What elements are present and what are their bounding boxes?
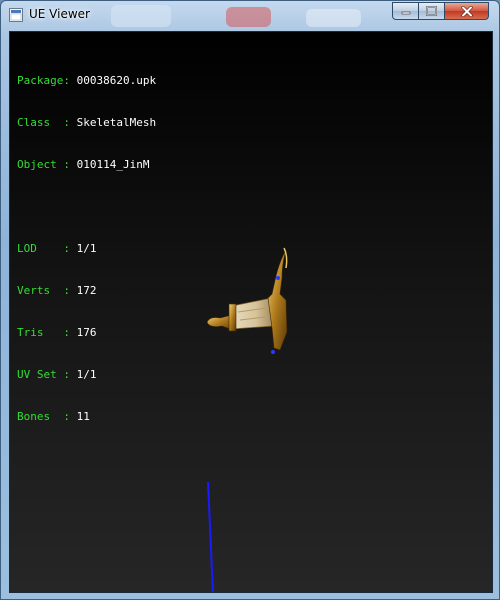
3d-viewport[interactable]: Package: 00038620.upk Class : SkeletalMe…: [9, 31, 493, 593]
maximize-button[interactable]: [418, 2, 445, 20]
mesh-render: [206, 247, 288, 592]
minimize-icon: [401, 11, 410, 15]
glass-backdrop: [306, 9, 361, 27]
glass-backdrop: [111, 5, 171, 27]
app-window: UE Viewer Package: 00038620.upk Class : …: [0, 0, 500, 600]
window-title: UE Viewer: [29, 7, 90, 21]
maximize-icon: [426, 6, 437, 16]
minimize-button[interactable]: [392, 2, 419, 20]
app-icon: [9, 8, 23, 22]
scroll-end-left: [228, 303, 237, 332]
title-bar[interactable]: UE Viewer: [1, 1, 499, 29]
close-icon: [460, 5, 473, 17]
glass-backdrop: [226, 7, 271, 27]
scroll-handle-right: [267, 249, 288, 351]
axis-line: [207, 481, 214, 592]
handle-tip: [283, 247, 288, 269]
blue-gem: [271, 350, 275, 354]
close-button[interactable]: [444, 2, 489, 20]
scroll-paper: [231, 297, 273, 330]
blue-gem: [276, 276, 280, 280]
